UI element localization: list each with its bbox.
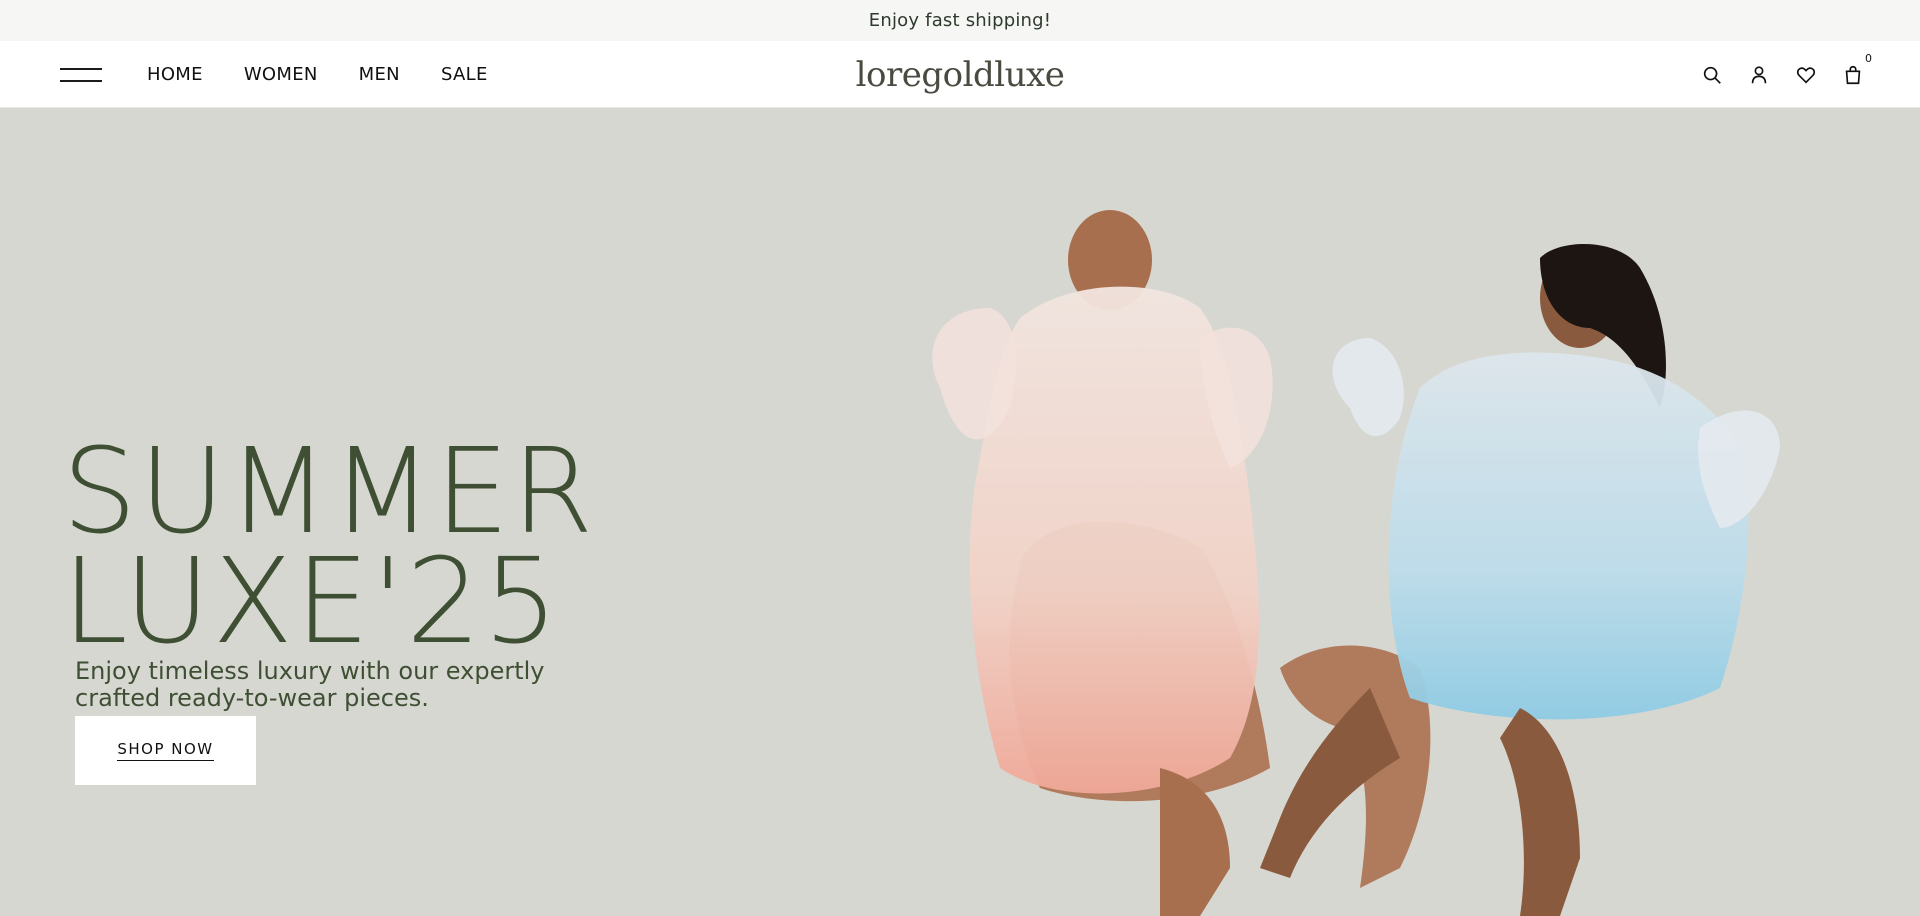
site-header: HOME WOMEN MEN SALE loregoldluxe 0 xyxy=(0,41,1920,108)
announcement-bar: Enjoy fast shipping! xyxy=(0,0,1920,41)
search-icon[interactable] xyxy=(1701,64,1723,86)
hero-models-image xyxy=(932,210,1780,916)
shop-now-label: SHOP NOW xyxy=(117,740,214,761)
hero-headline: SUMMER LUXE'25 xyxy=(62,422,596,670)
nav-men[interactable]: MEN xyxy=(359,64,400,85)
brand-logo[interactable]: loregoldluxe xyxy=(856,41,1065,108)
shop-now-button[interactable]: SHOP NOW xyxy=(75,716,256,785)
cart-count: 0 xyxy=(1865,51,1872,65)
bag-icon[interactable]: 0 xyxy=(1842,52,1872,86)
nav-sale[interactable]: SALE xyxy=(441,64,488,85)
nav-women[interactable]: WOMEN xyxy=(244,64,318,85)
hero-banner: SUMMER LUXE'25 Enjoy timeless luxury wit… xyxy=(0,108,1920,916)
subtext-line-1: Enjoy timeless luxury with our expertly xyxy=(75,657,545,685)
heart-icon[interactable] xyxy=(1795,64,1817,86)
headline-line-1: SUMMER xyxy=(62,422,596,560)
headline-line-2: LUXE'25 xyxy=(62,532,561,670)
hero-subtext: Enjoy timeless luxury with our expertly … xyxy=(75,658,595,712)
account-icon[interactable] xyxy=(1748,64,1770,86)
announcement-text: Enjoy fast shipping! xyxy=(868,10,1052,31)
nav-home[interactable]: HOME xyxy=(147,64,203,85)
menu-icon[interactable] xyxy=(60,66,102,84)
header-icons: 0 xyxy=(1701,41,1872,108)
subtext-line-2: crafted ready-to-wear pieces. xyxy=(75,684,429,712)
main-nav: HOME WOMEN MEN SALE xyxy=(147,41,488,108)
